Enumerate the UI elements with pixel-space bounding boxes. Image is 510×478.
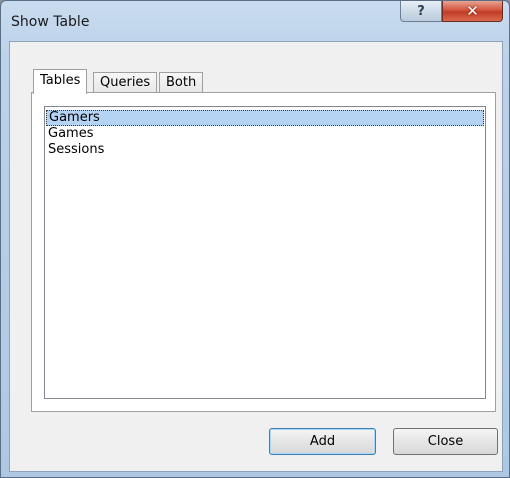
add-button[interactable]: Add: [269, 428, 376, 455]
title-bar[interactable]: Show Table ? ✕: [1, 1, 509, 41]
window-title: Show Table: [11, 14, 90, 30]
list-item-games[interactable]: Games: [46, 126, 484, 142]
help-icon: ?: [417, 3, 425, 19]
tab-tables[interactable]: Tables: [33, 69, 88, 94]
tab-panel-tables: Gamers Games Sessions: [31, 92, 496, 412]
close-icon: ✕: [466, 2, 479, 20]
help-button[interactable]: ?: [400, 1, 442, 22]
list-item-gamers[interactable]: Gamers: [46, 110, 484, 126]
list-item-sessions[interactable]: Sessions: [46, 142, 484, 158]
tab-queries[interactable]: Queries: [93, 72, 158, 93]
close-window-button[interactable]: ✕: [442, 1, 503, 22]
show-table-dialog: Show Table ? ✕ Tables Queries Both Gamer…: [0, 0, 510, 478]
close-button[interactable]: Close: [393, 428, 498, 455]
table-listbox[interactable]: Gamers Games Sessions: [44, 106, 486, 399]
dialog-body: Tables Queries Both Gamers Games Session…: [9, 41, 503, 472]
tab-both[interactable]: Both: [159, 72, 204, 93]
